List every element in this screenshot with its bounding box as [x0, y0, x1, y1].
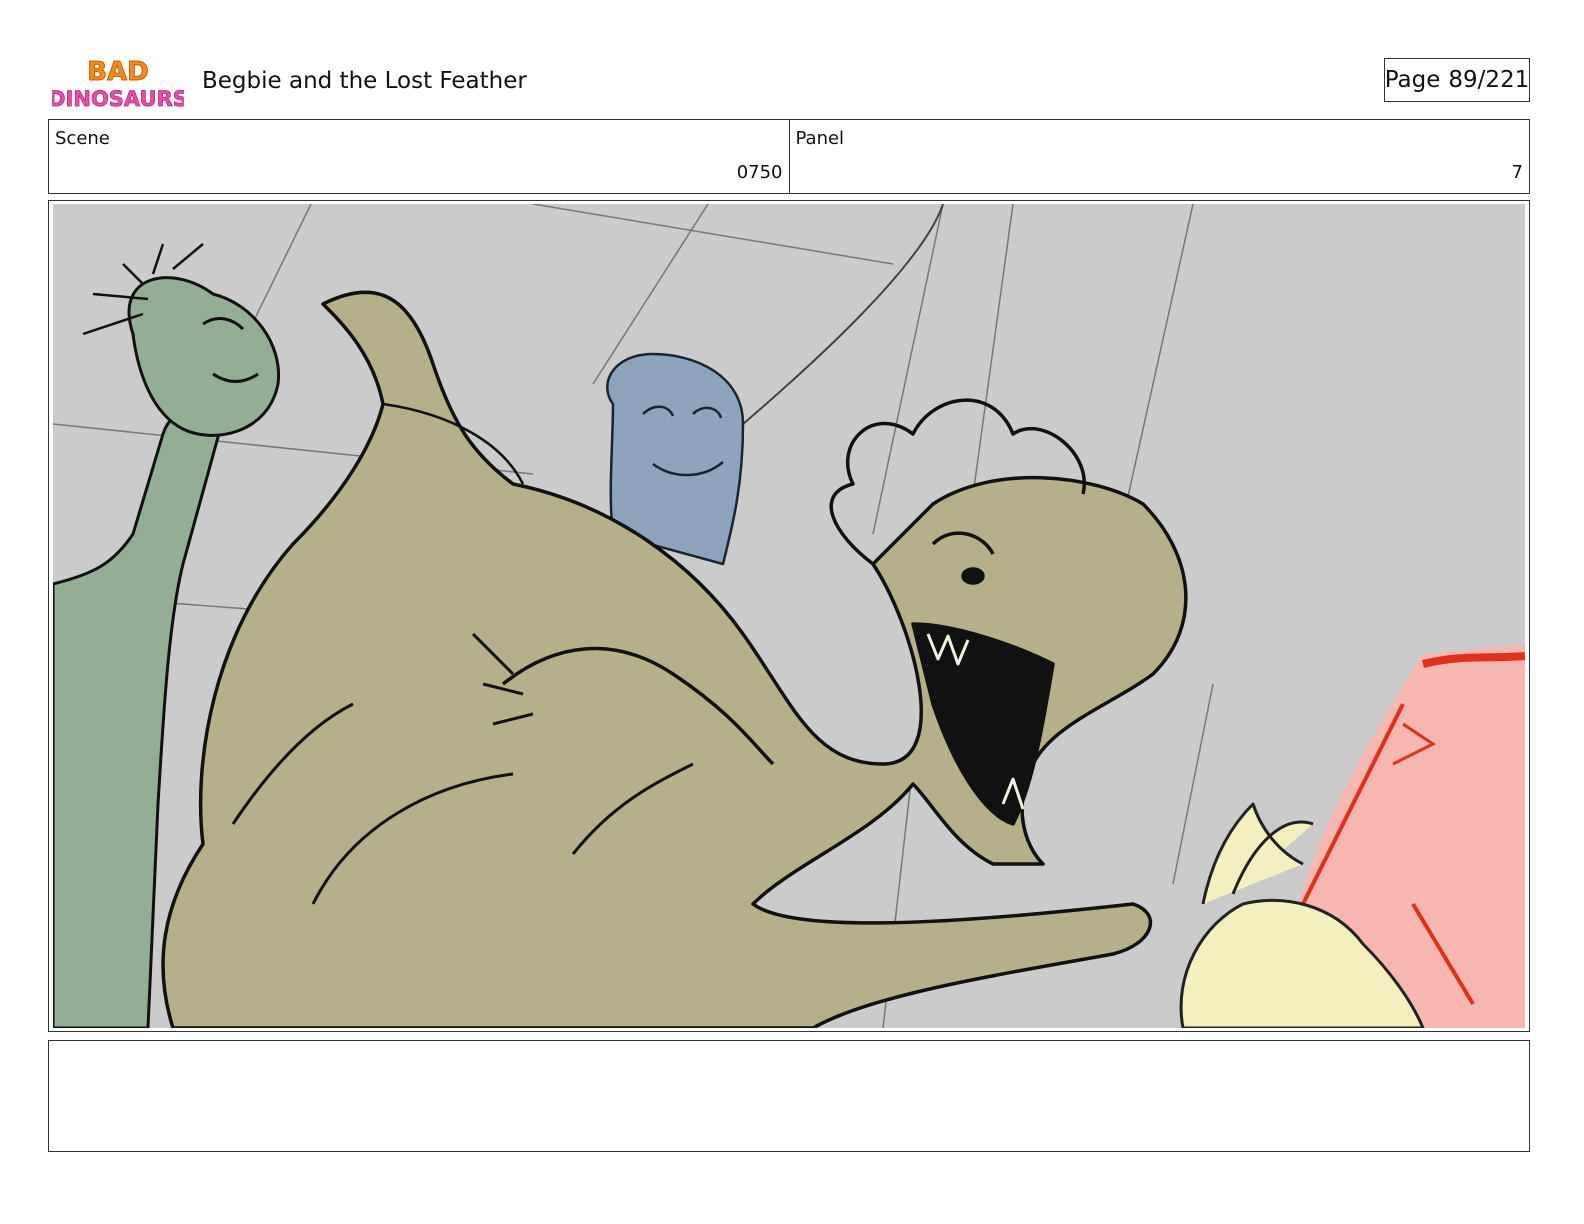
svg-text:BAD: BAD: [87, 57, 149, 87]
panel-cell: Panel 7: [788, 120, 1530, 193]
scene-value: 0750: [736, 162, 783, 183]
scene-panel-row: Scene 0750 Panel 7: [48, 119, 1530, 194]
svg-text:DINOSAURS: DINOSAURS: [52, 87, 184, 111]
document-title: Begbie and the Lost Feather: [202, 68, 527, 94]
storyboard-panel: [48, 200, 1530, 1032]
scene-cell: Scene 0750: [49, 120, 789, 193]
panel-value: 7: [1511, 162, 1523, 183]
scene-label: Scene: [55, 128, 110, 149]
panel-drawing: [53, 204, 1525, 1028]
bad-dinosaurs-logo: BAD DINOSAURS: [48, 54, 189, 112]
panel-label: Panel: [795, 128, 845, 149]
page-label: Page: [1384, 67, 1441, 93]
notes-box: [48, 1040, 1530, 1152]
page-indicator: Page 89/221: [1384, 58, 1530, 102]
page-number: 89/221: [1448, 67, 1530, 93]
